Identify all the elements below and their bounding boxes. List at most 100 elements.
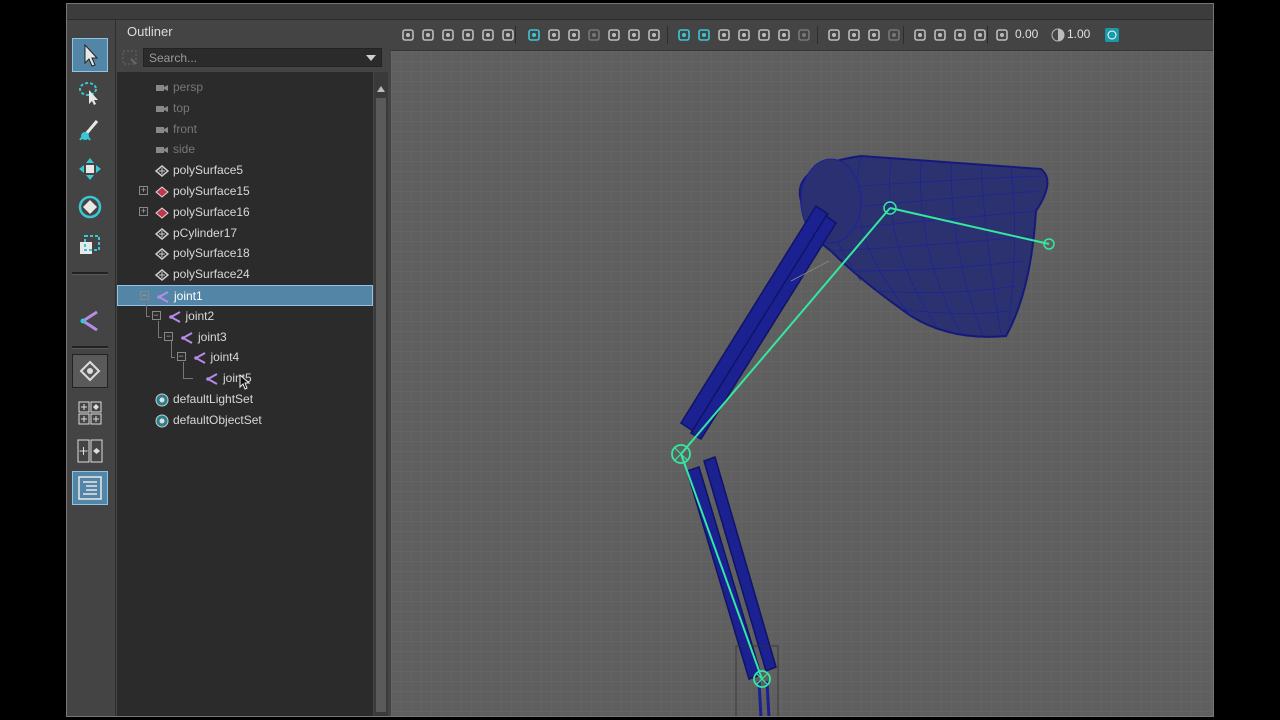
outliner-item-label: persp — [173, 80, 204, 94]
wireframe-on-shaded-icon[interactable] — [737, 28, 751, 42]
xray-active-icon[interactable] — [953, 28, 967, 42]
lighting-icon[interactable] — [777, 28, 791, 42]
outliner-item-persp[interactable]: persp — [117, 77, 373, 98]
resolution-gate-icon[interactable] — [567, 28, 581, 42]
outliner-item-pCylinder17[interactable]: pCylinder17 — [117, 223, 373, 244]
viewport-toolbar: 0.00 1.00 — [391, 20, 1213, 51]
outliner-item-label: polySurface15 — [173, 184, 250, 198]
collapse-icon[interactable]: − — [151, 310, 161, 320]
mesh-icon — [154, 268, 170, 282]
rotate-tool-icon[interactable] — [72, 190, 108, 224]
gamma-field[interactable]: 1.00 — [1067, 27, 1090, 41]
outliner-list[interactable]: persp top front side polySurface5 + polySurfac… — [117, 72, 373, 716]
outliner-item-label: side — [173, 142, 196, 157]
tree-line — [170, 341, 172, 358]
wireframe-icon[interactable] — [677, 28, 691, 42]
select-tool-icon[interactable] — [72, 38, 108, 72]
outliner-item-defaultLightSet[interactable]: defaultLightSet — [117, 389, 373, 410]
grid-icon[interactable] — [527, 28, 541, 42]
collapse-icon[interactable]: − — [164, 331, 173, 341]
single-perspective-layout-icon[interactable] — [72, 354, 108, 388]
outliner-item-joint2[interactable]: − joint2 — [117, 299, 373, 327]
motion-blur-icon[interactable] — [847, 28, 861, 42]
outliner-scrollbar[interactable] — [374, 72, 388, 716]
joint-icon — [168, 310, 182, 324]
outliner-item-polySurface5[interactable]: polySurface5 — [117, 160, 373, 181]
outliner-item-polySurface15[interactable]: + polySurface15 — [117, 181, 373, 202]
toolbox-separator — [72, 346, 108, 349]
mesh-group-icon — [155, 206, 169, 220]
outliner-search-input[interactable]: Search... — [143, 48, 382, 67]
outliner-item-polySurface18[interactable]: polySurface18 — [117, 243, 373, 264]
image-plane-icon[interactable] — [461, 28, 475, 42]
outliner-item-polySurface16[interactable]: + polySurface16 — [117, 202, 373, 223]
xray-joints-icon[interactable] — [973, 28, 987, 42]
tree-line — [158, 336, 162, 338]
camera-icon — [155, 102, 169, 116]
filter-icon[interactable] — [122, 50, 138, 66]
outliner-item-top[interactable]: top — [117, 98, 373, 119]
outliner-item-polySurface24[interactable]: polySurface24 — [117, 264, 373, 285]
scale-tool-icon[interactable] — [72, 228, 108, 262]
toolbar-separator — [903, 26, 904, 44]
joint-tool-icon[interactable] — [72, 304, 108, 338]
depth-of-field-icon[interactable] — [887, 28, 901, 42]
exposure-icon[interactable] — [995, 28, 1009, 42]
two-pane-layout-icon[interactable] — [72, 434, 108, 468]
expand-icon[interactable]: + — [139, 186, 148, 195]
toolbar-separator — [515, 26, 516, 44]
shadows-icon[interactable] — [797, 28, 811, 42]
camera-attributes-icon[interactable] — [421, 28, 435, 42]
viewport-grid — [391, 51, 1213, 716]
xray-icon[interactable] — [933, 28, 947, 42]
scroll-up-arrow-icon[interactable] — [377, 86, 385, 92]
outliner-item-label: defaultLightSet — [173, 392, 254, 406]
outliner-title: Outliner — [127, 24, 173, 39]
toolbar-separator — [667, 26, 668, 44]
outliner-item-side[interactable]: side — [117, 139, 373, 160]
outliner-item-joint1[interactable]: − joint1 — [117, 285, 373, 306]
chevron-down-icon[interactable] — [366, 55, 376, 61]
viewport-3d[interactable] — [391, 51, 1213, 716]
toolbar-separator — [987, 26, 988, 44]
anti-aliasing-icon[interactable] — [867, 28, 881, 42]
color-management-icon[interactable] — [1105, 28, 1119, 42]
joint-icon — [205, 372, 219, 386]
default-material-icon[interactable] — [717, 28, 731, 42]
mesh-icon — [154, 247, 170, 261]
gate-mask-icon[interactable] — [587, 28, 601, 42]
collapse-icon[interactable]: − — [176, 352, 186, 362]
outliner-item-joint3[interactable]: − joint3 — [117, 320, 373, 348]
outliner-layout-icon[interactable] — [72, 471, 108, 505]
tree-line — [183, 362, 184, 379]
film-gate-icon[interactable] — [547, 28, 561, 42]
lasso-tool-icon[interactable] — [72, 76, 108, 110]
outliner-item-defaultObjectSet[interactable]: defaultObjectSet — [117, 410, 373, 431]
textured-icon[interactable] — [757, 28, 771, 42]
camera-select-icon[interactable] — [401, 28, 415, 42]
safe-action-icon[interactable] — [627, 28, 641, 42]
outliner-item-label: polySurface5 — [173, 163, 244, 178]
move-tool-icon[interactable] — [72, 152, 108, 186]
four-view-layout-icon[interactable] — [72, 396, 108, 430]
screen-space-ao-icon[interactable] — [827, 28, 841, 42]
window-top-strip — [67, 4, 1213, 20]
safe-title-icon[interactable] — [647, 28, 661, 42]
outliner-item-front[interactable]: front — [117, 119, 373, 140]
bookmark-icon[interactable] — [441, 28, 455, 42]
collapse-icon[interactable]: − — [140, 291, 149, 300]
smooth-shade-icon[interactable] — [697, 28, 711, 42]
gamma-icon[interactable] — [1051, 28, 1065, 42]
isolate-select-icon[interactable] — [913, 28, 927, 42]
2d-pan-zoom-icon[interactable] — [481, 28, 495, 42]
scroll-thumb[interactable] — [376, 98, 386, 712]
exposure-field[interactable]: 0.00 — [1015, 27, 1038, 41]
grease-pencil-icon[interactable] — [501, 28, 515, 42]
outliner-item-label: front — [173, 121, 198, 136]
camera-icon — [155, 123, 169, 137]
outliner-item-label: polySurface18 — [173, 246, 250, 261]
outliner-item-joint4[interactable]: − joint4 — [117, 341, 373, 368]
expand-icon[interactable]: + — [139, 206, 148, 216]
field-chart-icon[interactable] — [607, 28, 621, 42]
paint-select-tool-icon[interactable] — [72, 114, 108, 148]
